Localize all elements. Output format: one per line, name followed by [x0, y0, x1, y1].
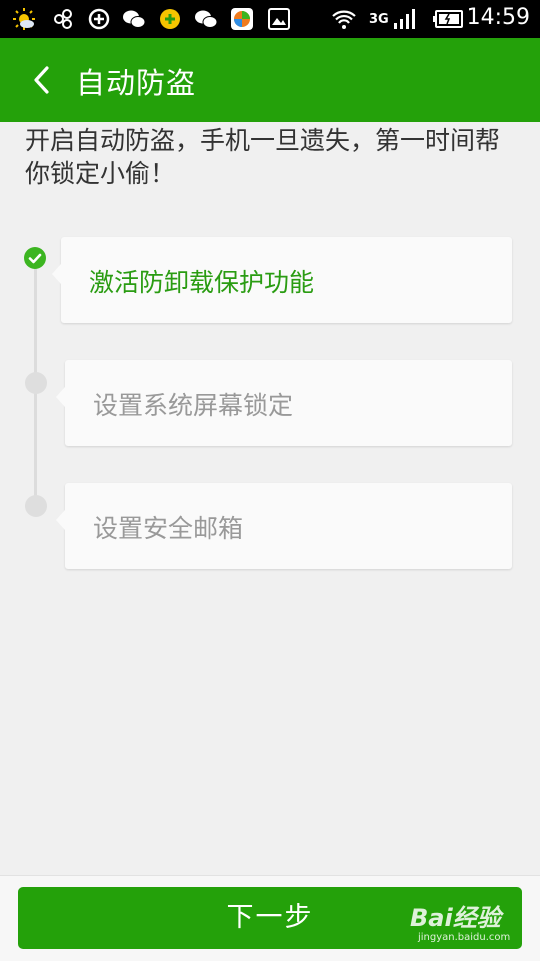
watermark-text: Bai经验 — [410, 904, 501, 932]
step-pending-dot-icon — [25, 495, 47, 517]
wechat-icon — [123, 10, 146, 28]
clock-time: 14:59 — [466, 5, 530, 30]
step-item-security-email[interactable]: 设置安全邮箱 — [56, 483, 512, 569]
watermark-url: jingyan.baidu.com — [418, 932, 511, 943]
intro-text: 开启自动防盗，手机一旦遗失，第一时间帮你锁定小偷！ — [25, 126, 501, 188]
app-store-icon — [231, 8, 253, 30]
step-item-activate-protection[interactable]: 激活防卸载保护功能 — [52, 237, 512, 323]
signal-icon — [394, 9, 415, 29]
wifi-icon — [332, 10, 356, 29]
weather-sun-icon — [13, 8, 35, 30]
step-pending-dot-icon — [25, 372, 47, 394]
baidu-jingyan-watermark: Bai经验 jingyan.baidu.com — [410, 898, 520, 948]
game-icon — [160, 9, 180, 29]
back-arrow-icon[interactable] — [30, 64, 54, 96]
app-header: 自动防盗 — [0, 38, 540, 122]
step-label: 设置安全邮箱 — [93, 514, 244, 543]
gallery-icon — [268, 8, 290, 30]
step-label: 设置系统屏幕锁定 — [93, 391, 294, 420]
network-type: 3G — [369, 12, 389, 27]
plus-circle-icon — [88, 8, 110, 30]
page-title: 自动防盗 — [76, 66, 197, 100]
step-item-screen-lock[interactable]: 设置系统屏幕锁定 — [56, 360, 512, 446]
battery-icon — [433, 10, 463, 28]
wechat-icon — [195, 10, 218, 28]
step-label: 激活防卸载保护功能 — [89, 268, 315, 297]
status-bar: 3G 14:59 — [0, 0, 540, 38]
link-icon — [54, 9, 72, 29]
step-done-check-icon — [24, 247, 46, 269]
